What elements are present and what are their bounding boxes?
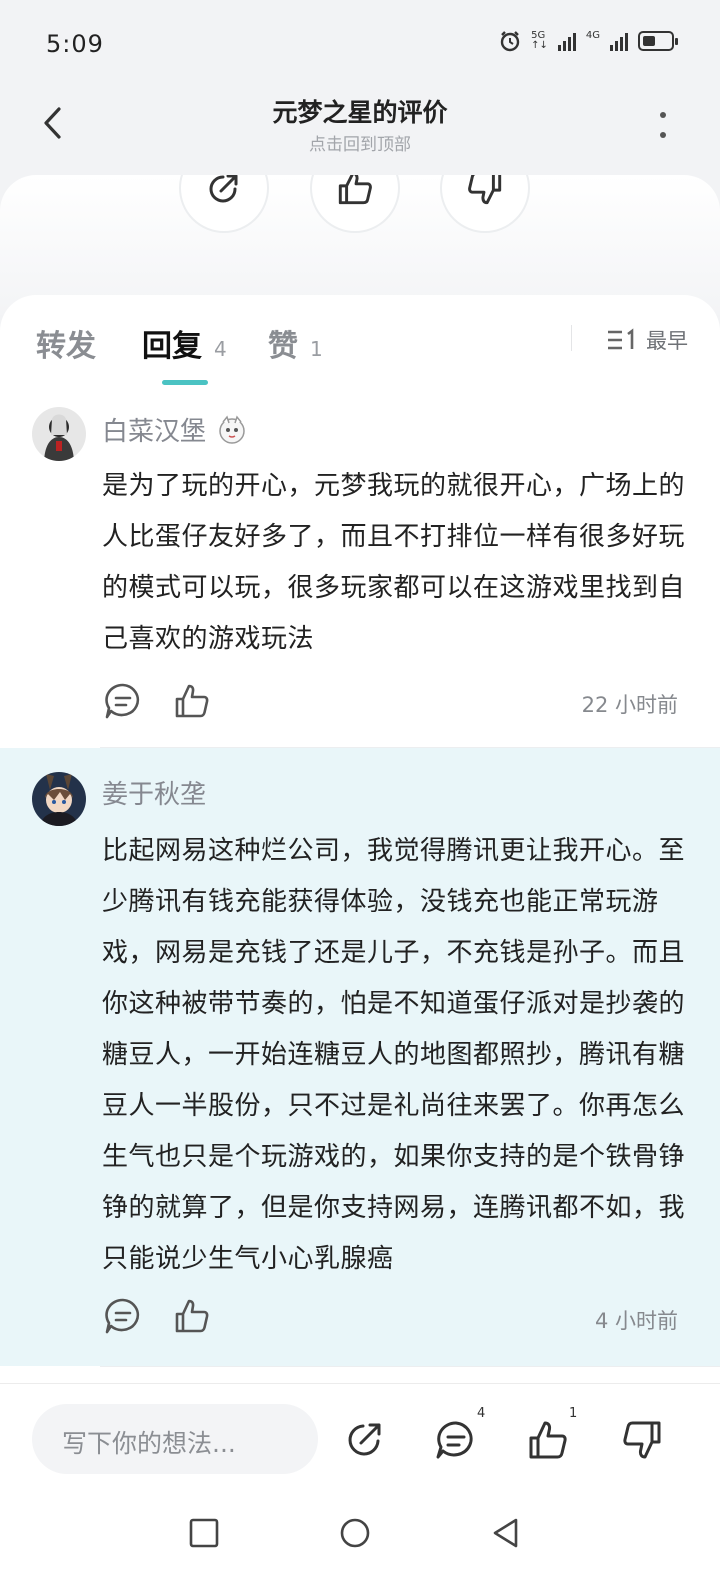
like-icon[interactable]: [172, 1296, 212, 1336]
bottom-action-bar: 写下你的想法... 4 1: [0, 1383, 720, 1493]
tab-replies[interactable]: 回复 4: [142, 321, 227, 365]
tab-likes[interactable]: 赞1: [268, 321, 323, 365]
top-header: 元梦之星的评价 点击回到顶部: [0, 85, 720, 175]
reply-icon[interactable]: [434, 1418, 478, 1462]
dislike-icon[interactable]: [620, 1418, 664, 1462]
network-4g-icon: 4G: [585, 30, 600, 41]
username-text: 姜于秋垄: [102, 780, 207, 810]
reply-icon[interactable]: [103, 1296, 143, 1336]
page-title: 元梦之星的评价: [272, 98, 448, 127]
tab-likes-count: 1: [310, 337, 323, 361]
back-nav-icon[interactable]: [488, 1515, 524, 1551]
back-to-top-link[interactable]: 点击回到顶部: [0, 130, 720, 155]
comment-text: 比起网易这种烂公司，我觉得腾讯更让我开心。至少腾讯有钱充能获得体验，没钱充也能正…: [102, 836, 686, 1274]
dislike-circle-button[interactable]: [440, 175, 530, 233]
status-time: 5:09: [46, 30, 104, 58]
tab-likes-label: 赞: [268, 329, 298, 364]
home-icon[interactable]: [337, 1515, 373, 1551]
replies-sheet: 转发 回复 4 赞1 最早 白菜汉堡 是为了玩的开心，元梦我玩的就很开心，广场上的…: [0, 295, 720, 1383]
reply-count: 4: [477, 1406, 486, 1421]
avatar[interactable]: [32, 407, 86, 461]
active-tab-indicator: [162, 380, 208, 385]
post-action-card: [0, 175, 720, 315]
network-5g-icon: 5G ↑↓: [531, 30, 548, 51]
status-icons: 5G ↑↓ 4G: [499, 30, 678, 52]
sort-label: 最早: [646, 329, 688, 353]
comment-username[interactable]: 白菜汉堡: [102, 411, 248, 448]
comment-input-placeholder: 写下你的想法...: [62, 1429, 236, 1458]
comment-item: 白菜汉堡 是为了玩的开心，元梦我玩的就很开心，广场上的人比蛋仔友好多了，而且不打…: [0, 395, 720, 747]
comment-timestamp: 4 小时前: [594, 1309, 678, 1333]
share-icon[interactable]: [342, 1418, 386, 1462]
tab-replies-count: 4: [214, 337, 227, 361]
like-count: 1: [569, 1406, 578, 1421]
divider: [100, 1366, 720, 1367]
sort-button[interactable]: 最早: [606, 325, 688, 355]
recent-apps-icon[interactable]: [186, 1515, 222, 1551]
username-text: 白菜汉堡: [102, 417, 207, 447]
comment-item-highlighted: 姜于秋垄 比起网易这种烂公司，我觉得腾讯更让我开心。至少腾讯有钱充能获得体验，没…: [0, 748, 720, 1366]
like-icon[interactable]: [526, 1418, 570, 1462]
tab-replies-label: 回复: [142, 329, 202, 364]
system-navigation-bar: [0, 1493, 720, 1591]
signal-icon-2: [610, 31, 628, 51]
user-badge-icon: [219, 414, 245, 444]
thumbs-down-icon: [468, 175, 502, 205]
avatar[interactable]: [32, 772, 86, 826]
more-options-icon[interactable]: [656, 107, 670, 143]
battery-icon: [638, 31, 678, 51]
sort-icon: [608, 328, 634, 350]
tab-bar: 转发 回复 4 赞1 最早: [0, 295, 720, 395]
tab-forward[interactable]: 转发: [36, 321, 96, 365]
comment-username[interactable]: 姜于秋垄: [102, 774, 206, 811]
status-bar: 5:09 5G ↑↓ 4G: [0, 0, 720, 90]
comment-timestamp: 22 小时前: [581, 693, 678, 717]
comment-input[interactable]: 写下你的想法...: [32, 1404, 318, 1474]
alarm-icon: [500, 31, 520, 52]
divider: [571, 325, 572, 351]
like-icon[interactable]: [172, 681, 212, 721]
comment-text: 是为了玩的开心，元梦我玩的就很开心，广场上的人比蛋仔友好多了，而且不打排位一样有…: [102, 471, 686, 654]
share-icon: [209, 175, 238, 203]
share-circle-button[interactable]: [179, 175, 269, 233]
tab-forward-label: 转发: [36, 329, 96, 364]
thumbs-up-icon: [338, 175, 372, 205]
reply-icon[interactable]: [103, 681, 143, 721]
like-circle-button[interactable]: [310, 175, 400, 233]
signal-icon: [557, 31, 576, 51]
